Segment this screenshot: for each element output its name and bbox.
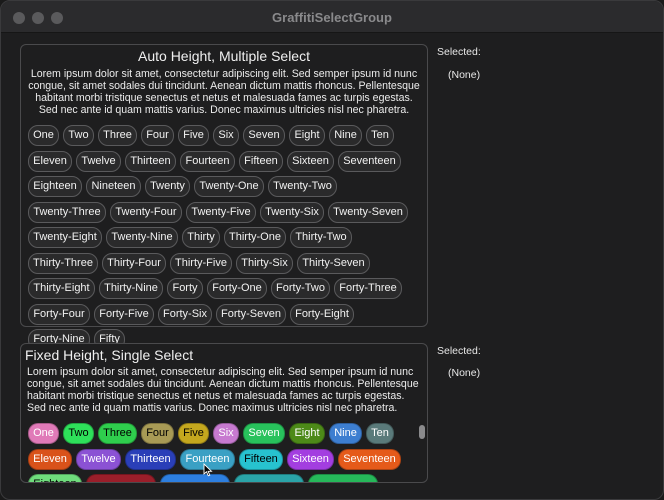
chip-two[interactable]: Two [63, 423, 94, 444]
chip-ten[interactable]: Ten [366, 125, 394, 146]
chip-fourteen[interactable]: Fourteen [180, 150, 235, 172]
chip-forty-seven[interactable]: Forty-Seven [216, 303, 286, 325]
chip-thirty-four[interactable]: Thirty-Four [102, 252, 166, 274]
chip-forty-two[interactable]: Forty-Two [271, 278, 330, 299]
app-window: GraffitiSelectGroup Auto Height, Multipl… [0, 0, 664, 500]
chip-forty-three[interactable]: Forty-Three [334, 278, 402, 299]
chip-thirty-nine[interactable]: Thirty-Nine [99, 278, 163, 299]
chip-eight[interactable]: Eight [289, 125, 325, 146]
chip-nineteen[interactable]: Nineteen [86, 176, 141, 197]
chip-four[interactable]: Four [141, 125, 174, 146]
chip-twenty-five[interactable]: Twenty-Five [186, 201, 256, 223]
chip-forty-six[interactable]: Forty-Six [158, 303, 212, 325]
chip-thirty-one[interactable]: Thirty-One [224, 227, 286, 248]
section-title: Auto Height, Multiple Select [138, 48, 310, 64]
chip-sixteen[interactable]: Sixteen [287, 448, 334, 470]
chip-forty-four[interactable]: Forty-Four [28, 303, 90, 325]
selected-value: (None) [448, 367, 481, 379]
chip-two[interactable]: Two [63, 125, 94, 146]
chip-ten[interactable]: Ten [366, 423, 394, 444]
chip-thirty-eight[interactable]: Thirty-Eight [28, 278, 95, 299]
window-title: GraffitiSelectGroup [272, 10, 392, 25]
scrollbar-thumb[interactable] [419, 425, 425, 439]
mouse-pointer-icon [203, 463, 213, 477]
chip-thirty-three[interactable]: Thirty-Three [28, 252, 98, 274]
chip-seventeen[interactable]: Seventeen [338, 448, 401, 470]
chip-seven[interactable]: Seven [243, 423, 285, 444]
chip-twelve[interactable]: Twelve [76, 150, 121, 172]
chip-item-21[interactable] [234, 474, 304, 482]
chip-item-19[interactable] [86, 474, 156, 482]
chip-twenty-four[interactable]: Twenty-Four [110, 201, 182, 223]
chip-four[interactable]: Four [141, 423, 174, 444]
selected-value: (None) [448, 69, 481, 81]
chip-thirty[interactable]: Thirty [182, 227, 220, 248]
chip-nine[interactable]: Nine [329, 423, 362, 444]
chip-eight[interactable]: Eight [289, 423, 325, 444]
chip-five[interactable]: Five [178, 423, 209, 444]
chip-seventeen[interactable]: Seventeen [338, 150, 401, 172]
section-description: Lorem ipsum dolor sit amet, consectetur … [28, 68, 420, 116]
chip-forty[interactable]: Forty [167, 278, 203, 299]
chip-six[interactable]: Six [213, 423, 239, 444]
chip-twenty-three[interactable]: Twenty-Three [28, 201, 106, 223]
chip-three[interactable]: Three [98, 125, 137, 146]
chip-one[interactable]: One [28, 125, 59, 146]
chip-thirty-seven[interactable]: Thirty-Seven [297, 252, 370, 274]
chip-twenty-two[interactable]: Twenty-Two [268, 176, 337, 197]
chip-nine[interactable]: Nine [329, 125, 362, 146]
chip-eleven[interactable]: Eleven [28, 150, 72, 172]
section-description: Lorem ipsum dolor sit amet, consectetur … [27, 366, 419, 414]
chip-twenty-one[interactable]: Twenty-One [194, 176, 264, 197]
chip-thirty-six[interactable]: Thirty-Six [236, 252, 293, 274]
chip-twenty[interactable]: Twenty [145, 176, 190, 197]
chip-six[interactable]: Six [213, 125, 239, 146]
chip-thirty-two[interactable]: Thirty-Two [290, 227, 352, 248]
chip-thirty-five[interactable]: Thirty-Five [170, 252, 232, 274]
chip-three[interactable]: Three [98, 423, 137, 444]
vertical-scrollbar[interactable] [419, 423, 425, 482]
chip-twenty-seven[interactable]: Twenty-Seven [328, 201, 408, 223]
chip-eighteen[interactable]: Eighteen [28, 176, 82, 197]
chip-item-20[interactable] [160, 474, 230, 482]
chip-forty-five[interactable]: Forty-Five [94, 303, 154, 325]
chip-thirteen[interactable]: Thirteen [125, 448, 176, 470]
chip-five[interactable]: Five [178, 125, 209, 146]
chip-forty-one[interactable]: Forty-One [207, 278, 267, 299]
chip-eleven[interactable]: Eleven [28, 448, 72, 470]
chip-one[interactable]: One [28, 423, 59, 444]
chip-twenty-nine[interactable]: Twenty-Nine [106, 227, 178, 248]
chip-forty-eight[interactable]: Forty-Eight [290, 303, 354, 325]
title-bar: GraffitiSelectGroup [1, 1, 663, 33]
chip-twelve[interactable]: Twelve [76, 448, 121, 470]
chip-eighteen[interactable]: Eighteen [28, 474, 82, 482]
selected-label: Selected: [437, 345, 481, 357]
chip-fifteen[interactable]: Fifteen [239, 448, 283, 470]
chip-twenty-eight[interactable]: Twenty-Eight [28, 227, 102, 248]
fixed-height-group-panel: Fixed Height, Single Select Lorem ipsum … [20, 343, 428, 483]
chip-sixteen[interactable]: Sixteen [287, 150, 334, 172]
chip-twenty-six[interactable]: Twenty-Six [260, 201, 324, 223]
selected-label: Selected: [437, 46, 481, 58]
section-title: Fixed Height, Single Select [25, 347, 194, 363]
chip-item-22[interactable] [308, 474, 378, 482]
chip-seven[interactable]: Seven [243, 125, 285, 146]
chip-thirteen[interactable]: Thirteen [125, 150, 176, 172]
chip-fifteen[interactable]: Fifteen [239, 150, 283, 172]
auto-height-group-panel: Auto Height, Multiple Select Lorem ipsum… [20, 44, 428, 350]
